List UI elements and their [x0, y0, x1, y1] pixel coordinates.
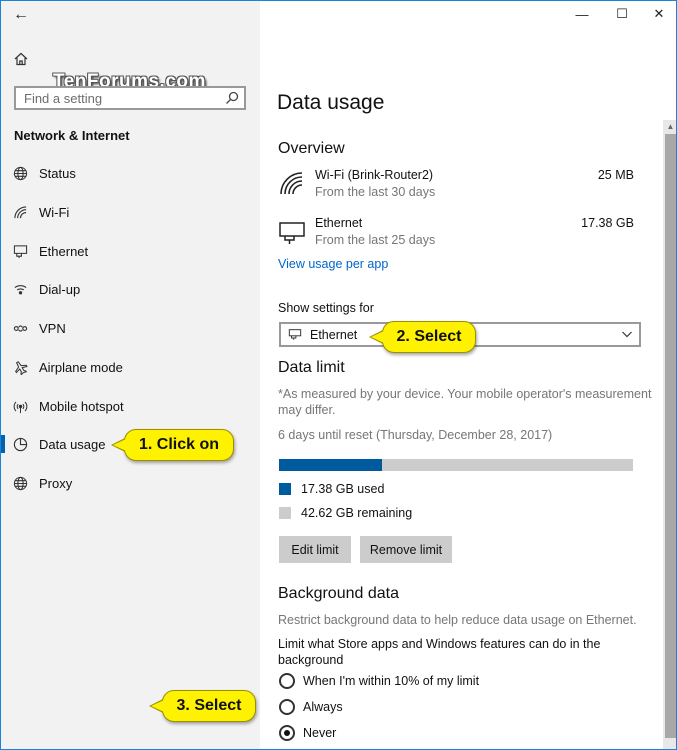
sidebar-item-label: Airplane mode: [39, 359, 123, 375]
sidebar-item-proxy[interactable]: Proxy: [1, 464, 260, 502]
search-box[interactable]: [14, 86, 246, 110]
back-button[interactable]: ←: [9, 5, 33, 25]
ethernet-icon: [12, 243, 28, 259]
data-limit-heading: Data limit: [278, 359, 345, 376]
radio-button-selected[interactable]: [279, 725, 295, 741]
callout-step-1: 1. Click on: [111, 429, 234, 461]
used-swatch: [279, 483, 291, 495]
sidebar-item-vpn[interactable]: VPN: [1, 309, 260, 347]
main-content: Data usage Overview Wi-Fi (Brink-Router2…: [260, 1, 663, 749]
search-input[interactable]: [16, 88, 206, 108]
usage-row-ethernet: Ethernet From the last 25 days 17.38 GB: [278, 216, 634, 250]
globe-proxy-icon: [12, 475, 28, 491]
scroll-up-arrow-icon[interactable]: ▲: [663, 120, 676, 132]
search-icon[interactable]: [224, 90, 240, 106]
ethernet-usage-icon: [278, 218, 306, 246]
sidebar-item-dial-up[interactable]: Dial-up: [1, 270, 260, 308]
sidebar-item-status[interactable]: Status: [1, 154, 260, 192]
ethernet-icon: [288, 328, 302, 341]
data-limit-progress-bar: [279, 459, 633, 471]
radio-button[interactable]: [279, 673, 295, 689]
section-title: Network & Internet: [14, 128, 130, 143]
wifi-usage-icon: [278, 170, 306, 198]
radio-option-within-limit[interactable]: When I'm within 10% of my limit: [279, 671, 479, 691]
hotspot-icon: [12, 398, 28, 414]
usage-value: 25 MB: [597, 168, 634, 182]
legend-remaining: 42.62 GB remaining: [279, 506, 412, 520]
home-icon[interactable]: [13, 51, 31, 69]
vpn-icon: [12, 320, 28, 336]
dial-up-icon: [12, 281, 28, 297]
measurement-note-line-1: *As measured by your device. Your mobile…: [278, 387, 652, 401]
sidebar: ← TenForums.com Network & Internet Statu…: [1, 1, 260, 749]
radio-option-never[interactable]: Never: [279, 723, 336, 743]
used-label: 17.38 GB used: [301, 482, 385, 496]
scroll-thumb[interactable]: [665, 134, 676, 738]
radio-option-always[interactable]: Always: [279, 697, 343, 717]
callout-step-2: 2. Select: [369, 321, 476, 353]
radio-label: Never: [303, 726, 337, 740]
sidebar-item-label: Mobile hotspot: [39, 398, 124, 414]
overview-heading: Overview: [278, 140, 345, 157]
data-used-fill: [279, 459, 382, 471]
active-indicator: [1, 435, 5, 453]
usage-name: Wi-Fi (Brink-Router2): [315, 168, 434, 182]
sidebar-item-wifi[interactable]: Wi-Fi: [1, 193, 260, 231]
radio-label: When I'm within 10% of my limit: [303, 674, 480, 688]
remaining-label: 42.62 GB remaining: [301, 506, 413, 520]
sidebar-item-ethernet[interactable]: Ethernet: [1, 232, 260, 270]
chevron-down-icon: [621, 328, 633, 340]
show-settings-label: Show settings for: [278, 301, 374, 315]
sidebar-item-label: Data usage: [39, 436, 106, 452]
background-data-heading: Background data: [278, 585, 399, 602]
sidebar-item-label: VPN: [39, 320, 66, 336]
usage-value: 17.38 GB: [581, 216, 634, 230]
radio-button[interactable]: [279, 699, 295, 715]
globe-status-icon: [12, 165, 28, 181]
background-question-line-1: Limit what Store apps and Windows featur…: [278, 637, 601, 651]
page-title: Data usage: [277, 91, 385, 114]
remaining-swatch: [279, 507, 291, 519]
background-question-line-2: background: [278, 653, 344, 667]
sidebar-item-airplane-mode[interactable]: Airplane mode: [1, 348, 260, 386]
vertical-scrollbar[interactable]: ▲: [663, 120, 676, 749]
dropdown-selected-value: Ethernet: [310, 328, 358, 342]
sidebar-item-label: Ethernet: [39, 243, 89, 259]
callout-step-3: 3. Select: [149, 690, 256, 722]
settings-window: ← TenForums.com Network & Internet Statu…: [0, 0, 677, 750]
reset-info: 6 days until reset (Thursday, December 2…: [278, 428, 553, 442]
view-usage-per-app-link[interactable]: View usage per app: [278, 257, 388, 271]
sidebar-item-label: Proxy: [39, 475, 73, 491]
wifi-icon: [12, 204, 28, 220]
usage-row-wifi: Wi-Fi (Brink-Router2) From the last 30 d…: [278, 168, 634, 202]
data-usage-icon: [12, 436, 28, 452]
remove-limit-button[interactable]: Remove limit: [360, 536, 452, 563]
airplane-icon: [12, 359, 28, 375]
usage-name: Ethernet: [315, 216, 363, 230]
usage-period: From the last 25 days: [315, 233, 436, 247]
background-data-description: Restrict background data to help reduce …: [278, 613, 637, 627]
edit-limit-button[interactable]: Edit limit: [279, 536, 351, 563]
legend-used: 17.38 GB used: [279, 482, 384, 496]
sidebar-item-label: Status: [39, 165, 76, 181]
usage-period: From the last 30 days: [315, 185, 436, 199]
sidebar-item-label: Wi-Fi: [39, 204, 70, 220]
measurement-note-line-2: may differ.: [278, 403, 336, 417]
sidebar-item-label: Dial-up: [39, 281, 81, 297]
radio-label: Always: [303, 700, 343, 714]
sidebar-item-mobile-hotspot[interactable]: Mobile hotspot: [1, 387, 260, 425]
